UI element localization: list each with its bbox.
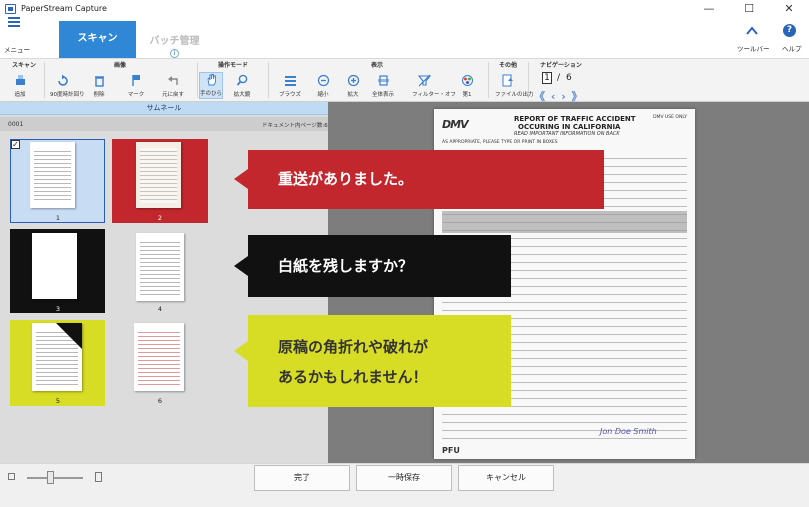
close-button[interactable]: ✕ [769, 0, 809, 18]
batch-id: 0001 [8, 121, 24, 128]
app-icon [5, 4, 16, 14]
thumbnail-number: 2 [157, 214, 163, 222]
ribbon-divider [44, 62, 45, 98]
group-other-label: その他 [499, 62, 518, 69]
selected-checkbox[interactable]: ✓ [11, 140, 20, 149]
zoom-in-button[interactable]: 拡大 [341, 74, 365, 98]
toolbar-label[interactable]: ツールバー [737, 43, 770, 53]
callout-corner-fold: 原稿の角折れや破れが あるかもしれません！ [234, 315, 511, 407]
thumbnail-page [136, 142, 181, 208]
document-note: READ IMPORTANT INFORMATION ON BACK [514, 131, 620, 137]
ribbon-divider [197, 62, 198, 98]
page-number-input[interactable]: 1 [542, 72, 552, 84]
magnifier-icon [236, 74, 247, 86]
menu-label[interactable]: メニュー [4, 44, 30, 54]
hamburger-menu-icon[interactable] [8, 17, 20, 29]
cancel-button[interactable]: キャンセル [458, 465, 554, 491]
tab-scan[interactable]: スキャン [59, 21, 136, 59]
rotate-button[interactable]: 90度時計回り [50, 74, 85, 98]
thumbnail-number: 1 [55, 214, 61, 222]
document-signature: Jon Doe Smith [600, 427, 657, 436]
callout-corner-fold-line2: あるかもしれません！ [278, 368, 428, 386]
group-nav-label: ナビゲーション [540, 62, 582, 69]
file-output-button[interactable]: ファイルの出力 [495, 74, 534, 98]
chevron-up-icon[interactable] [746, 25, 758, 37]
thumbnail-number: 4 [157, 305, 163, 313]
color-palette-icon [461, 75, 473, 86]
group-mode-label: 操作モード [218, 62, 249, 69]
magnifier-mode-button[interactable]: 拡大鏡 [230, 74, 254, 98]
zoom-in-icon [347, 74, 359, 87]
group-view-label: 表示 [371, 62, 384, 69]
document-subtitle: OCCURING IN CALIFORNIA [518, 123, 621, 131]
filter-off-icon [417, 74, 431, 87]
callout-double-feed-text: 重送がありました。 [278, 170, 414, 188]
filter-off-button[interactable]: フィルター・オフ [412, 74, 456, 98]
undo-icon [167, 76, 178, 85]
zoom-out-button[interactable]: 縮小 [311, 74, 335, 98]
callout-corner-fold-line1: 原稿の角折れや破れが [278, 338, 429, 356]
minimize-button[interactable]: — [689, 0, 729, 18]
flag-icon [131, 75, 140, 86]
hand-mode-button[interactable]: 手のひら [199, 72, 223, 99]
rotate-clockwise-icon [57, 74, 68, 86]
document-corner-label: DMV USE ONLY [653, 115, 687, 120]
document-shaded-row [442, 211, 687, 233]
undo-button[interactable]: 元に戻す [161, 74, 185, 98]
group-scan-label: スキャン [12, 62, 37, 69]
thumbnail-4[interactable] [136, 233, 184, 301]
thumbnail-page [32, 323, 82, 391]
window-title: PaperStream Capture [21, 4, 107, 13]
help-label[interactable]: ヘルプ [782, 43, 802, 53]
list-view-icon [284, 76, 296, 86]
thumbnail-page [32, 233, 77, 299]
ribbon-divider [488, 62, 489, 98]
browse-button[interactable]: ブラウズ [278, 74, 302, 98]
page-separator: / [557, 73, 561, 83]
document-logo: DMV [442, 118, 469, 131]
hand-icon [207, 74, 216, 86]
tab-batch-management[interactable]: バッチ管理 i [136, 21, 213, 59]
document-title: REPORT OF TRAFFIC ACCIDENT [514, 115, 636, 123]
callout-blank-page: 白紙を残しますか？ [234, 235, 511, 297]
scanner-add-icon [15, 75, 25, 85]
thumbnail-number: 5 [55, 397, 61, 405]
callout-double-feed: 重送がありました。 [234, 150, 604, 209]
tab-batch-label: バッチ管理 [149, 36, 200, 47]
thumbnail-size-slider[interactable] [27, 477, 83, 479]
mark-button[interactable]: マーク [124, 74, 148, 98]
add-button[interactable]: 追加 [8, 74, 32, 98]
document-instruction: AS APPROPRIATE, PLEASE TYPE OR PRINT IN … [442, 140, 558, 145]
help-icon[interactable]: ? [783, 24, 796, 37]
trash-icon [94, 76, 104, 87]
slider-handle[interactable] [47, 471, 54, 484]
batch-page-count: ドキュメント内ページ数:6 [262, 123, 328, 129]
ribbon-divider [268, 62, 269, 98]
thumbnail-page [30, 142, 75, 208]
document-footer: PFU [442, 446, 460, 455]
thumbnail-number: 6 [157, 397, 163, 405]
file-output-icon [502, 74, 513, 87]
color-button[interactable]: 第1 [455, 74, 479, 98]
callout-blank-page-text: 白紙を残しますか？ [278, 257, 414, 275]
group-image-label: 画像 [114, 62, 127, 69]
info-icon: i [170, 49, 179, 58]
thumbnail-number: 3 [55, 305, 61, 313]
zoom-out-icon [317, 74, 329, 87]
done-button[interactable]: 完了 [254, 465, 350, 491]
thumbnail-small-icon [8, 473, 15, 480]
maximize-button[interactable]: ☐ [729, 0, 769, 18]
page-total: 6 [566, 73, 572, 83]
thumbnail-6[interactable] [134, 323, 184, 391]
pause-save-button[interactable]: 一時保存 [356, 465, 452, 491]
title-bar [0, 0, 809, 18]
delete-button[interactable]: 削除 [87, 74, 111, 98]
thumbnail-large-icon [95, 472, 102, 482]
thumbnail-header: サムネール [0, 102, 328, 115]
fit-page-button[interactable]: 全体表示 [371, 74, 395, 98]
fit-page-icon [377, 75, 389, 86]
